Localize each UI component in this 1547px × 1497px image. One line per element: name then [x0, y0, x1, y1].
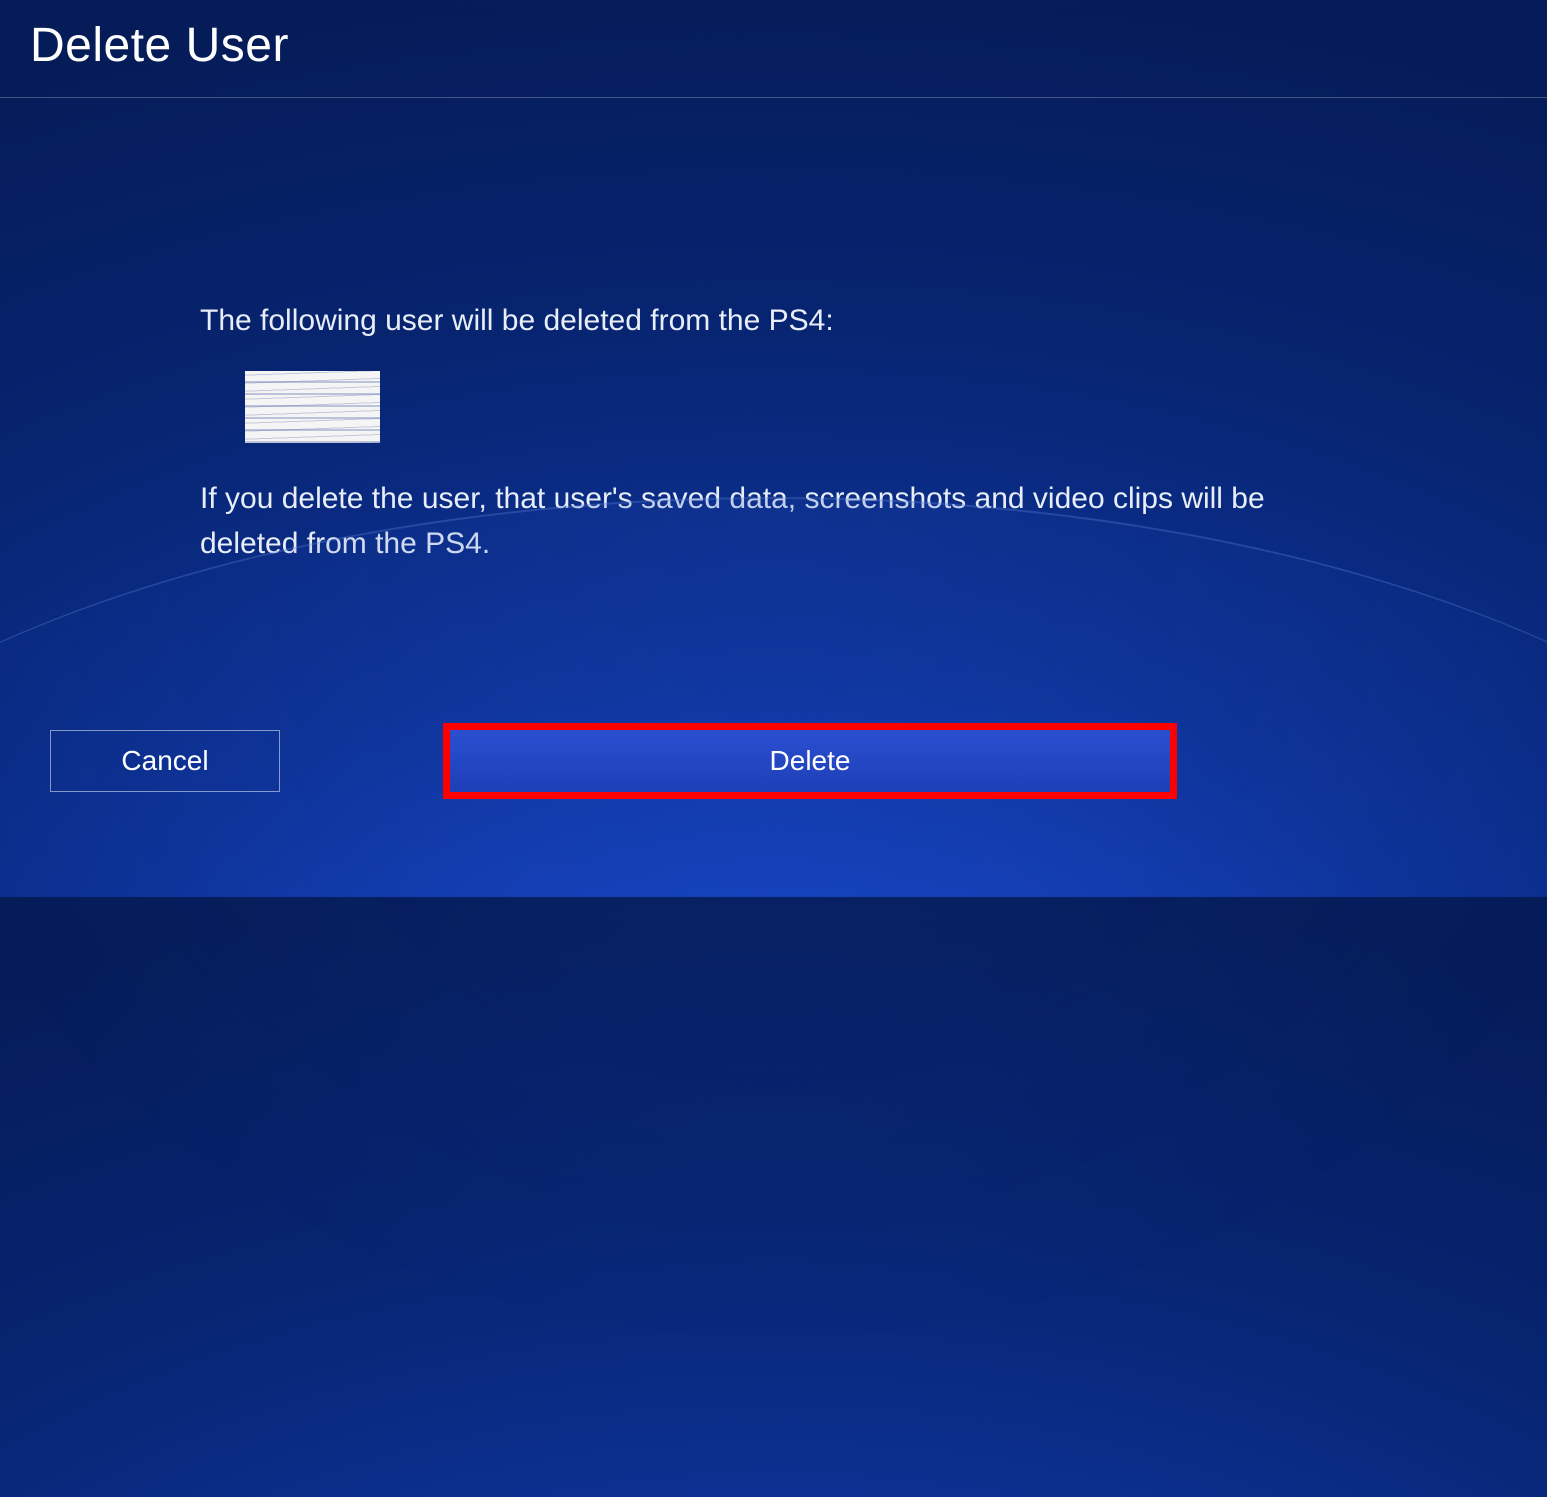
user-avatar-redacted [245, 371, 380, 443]
content-area: The following user will be deleted from … [0, 98, 1547, 566]
page-title: Delete User [30, 18, 1547, 73]
delete-button-label: Delete [770, 745, 851, 777]
delete-button[interactable]: Delete [450, 730, 1170, 792]
background-arc [0, 497, 1547, 1497]
button-row: Cancel Delete [50, 730, 1547, 792]
delete-message: The following user will be deleted from … [200, 298, 1347, 343]
cancel-button[interactable]: Cancel [50, 730, 280, 792]
header-bar: Delete User [0, 0, 1547, 98]
cancel-button-label: Cancel [121, 745, 208, 777]
